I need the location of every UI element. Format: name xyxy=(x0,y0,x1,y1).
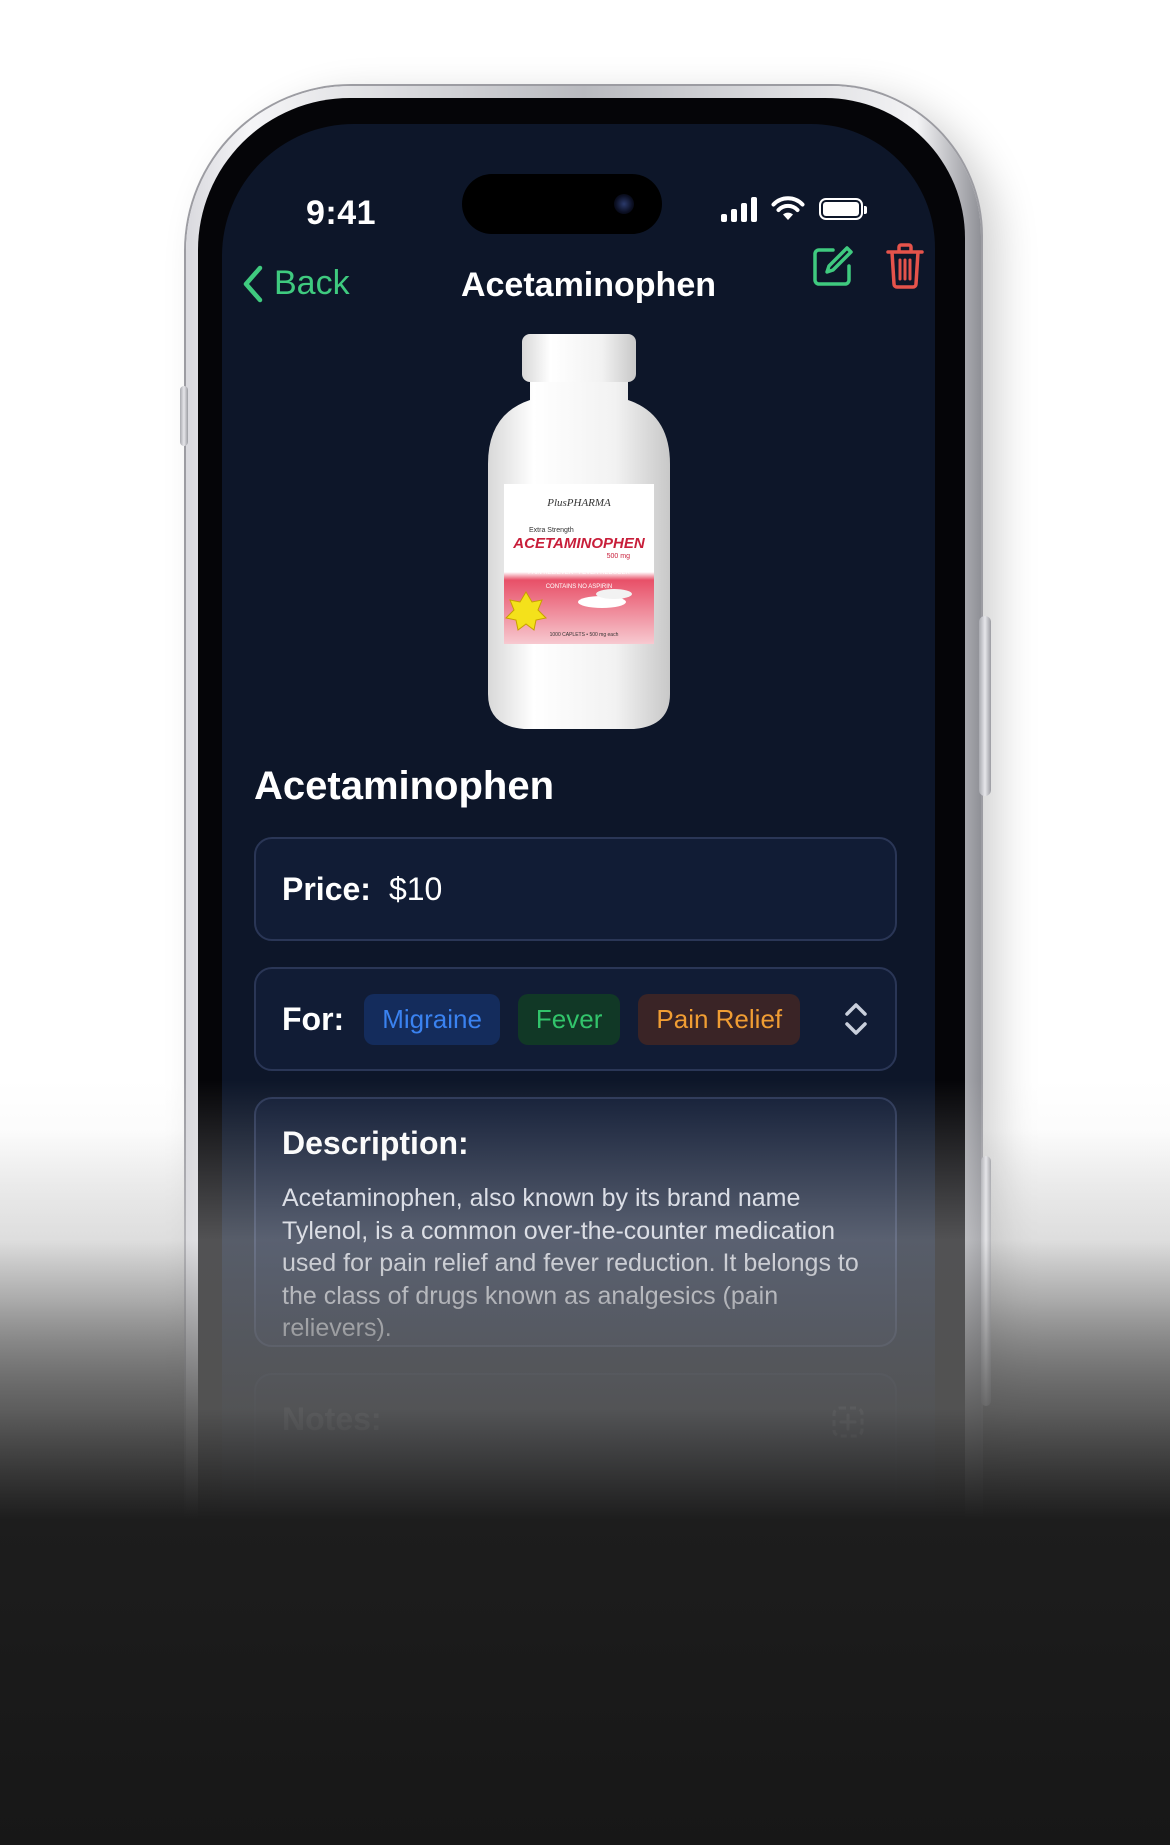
notes-label: Notes: xyxy=(282,1401,382,1437)
volume-button xyxy=(180,386,188,446)
medication-title: Acetaminophen xyxy=(254,764,555,808)
side-button-lower xyxy=(981,1156,991,1406)
medicine-bottle-image: PlusPHARMA Extra Strength ACETAMINOPHEN … xyxy=(487,334,670,729)
tag-pain-relief[interactable]: Pain Relief xyxy=(638,993,801,1045)
add-note-icon[interactable] xyxy=(831,1405,865,1439)
camera-icon xyxy=(614,194,634,214)
label-extra-strength: Extra Strength xyxy=(529,527,574,534)
dynamic-island xyxy=(462,174,662,234)
status-icons xyxy=(721,196,867,222)
label-sub2: CONTAINS NO ASPIRIN xyxy=(545,584,612,590)
trash-icon[interactable] xyxy=(885,242,925,290)
label-strength: 500 mg xyxy=(606,553,629,560)
chevron-up-down-icon xyxy=(845,1003,867,1035)
label-brand: PlusPHARMA xyxy=(546,497,611,509)
price-value: $10 xyxy=(388,870,443,907)
notes-card[interactable]: Notes: xyxy=(254,1373,897,1513)
nav-actions xyxy=(811,242,925,290)
for-card[interactable]: For: Migraine Fever Pain Relief xyxy=(254,967,897,1071)
price-card: Price: $10 xyxy=(254,837,897,941)
app-screen: 9:41 Back Acetaminophen PlusPHARMA Extra… xyxy=(222,124,935,1726)
product-image: PlusPHARMA Extra Strength ACETAMINOPHEN … xyxy=(222,334,935,734)
price-label: Price: xyxy=(282,870,371,907)
tag-picker-toggle[interactable] xyxy=(843,1001,869,1037)
description-label: Description: xyxy=(282,1125,469,1161)
edit-icon[interactable] xyxy=(811,244,855,288)
for-label: For: xyxy=(282,1000,345,1037)
tag-migraine[interactable]: Migraine xyxy=(364,993,500,1045)
bezel: 9:41 Back Acetaminophen PlusPHARMA Extra… xyxy=(198,98,965,1726)
signal-icon xyxy=(721,196,757,222)
description-card: Description: Acetaminophen, also known b… xyxy=(254,1097,897,1347)
label-drug-name: ACETAMINOPHEN xyxy=(512,535,646,552)
tag-fever[interactable]: Fever xyxy=(517,993,621,1045)
battery-icon xyxy=(819,198,867,220)
description-text: Acetaminophen, also known by its brand n… xyxy=(282,1184,859,1342)
label-sub1: PAIN RELIEVER • FEVER REDUCER xyxy=(528,570,630,576)
wifi-icon xyxy=(771,196,805,220)
status-time: 9:41 xyxy=(306,194,377,232)
power-button xyxy=(979,616,991,796)
phone-frame: 9:41 Back Acetaminophen PlusPHARMA Extra… xyxy=(180,86,991,1726)
medication-details: Acetaminophen Price: $10 For: Migraine F… xyxy=(254,764,897,1539)
label-count: 1000 CAPLETS • 500 mg each xyxy=(549,632,618,638)
